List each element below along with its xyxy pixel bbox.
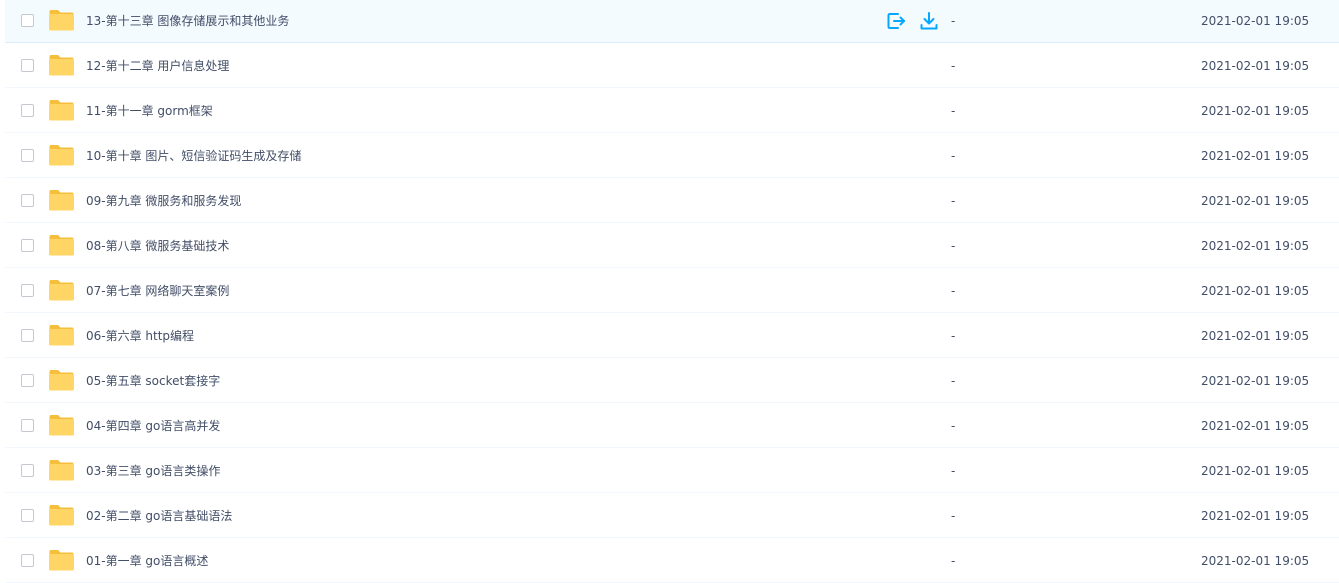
modified-date: 2021-02-01 19:05 <box>1201 419 1310 433</box>
modified-date: 2021-02-01 19:05 <box>1201 194 1310 208</box>
file-name[interactable]: 09-第九章 微服务和服务发现 <box>86 193 241 209</box>
file-name[interactable]: 01-第一章 go语言概述 <box>86 553 208 569</box>
file-size: - <box>951 104 956 118</box>
file-size: - <box>951 554 956 568</box>
modified-date: 2021-02-01 19:05 <box>1201 239 1310 253</box>
file-row[interactable]: 13-第十三章 图像存储展示和其他业务 - 2021-02-01 19:05 <box>5 0 1339 43</box>
folder-icon <box>48 99 75 121</box>
file-name[interactable]: 02-第二章 go语言基础语法 <box>86 508 232 524</box>
folder-icon <box>48 324 75 346</box>
file-name[interactable]: 06-第六章 http编程 <box>86 328 194 344</box>
file-name[interactable]: 05-第五章 socket套接字 <box>86 373 220 389</box>
folder-icon <box>48 234 75 256</box>
row-checkbox[interactable] <box>21 149 34 162</box>
row-checkbox[interactable] <box>21 194 34 207</box>
file-row[interactable]: 09-第九章 微服务和服务发现 - 2021-02-01 19:05 <box>5 179 1339 223</box>
file-name[interactable]: 03-第三章 go语言类操作 <box>86 463 220 479</box>
file-name[interactable]: 07-第七章 网络聊天室案例 <box>86 283 229 299</box>
file-size: - <box>951 374 956 388</box>
folder-icon <box>48 549 75 571</box>
file-row[interactable]: 08-第八章 微服务基础技术 - 2021-02-01 19:05 <box>5 224 1339 268</box>
file-size: - <box>951 14 956 28</box>
row-checkbox[interactable] <box>21 239 34 252</box>
row-checkbox[interactable] <box>21 329 34 342</box>
folder-icon <box>48 279 75 301</box>
folder-icon <box>48 369 75 391</box>
row-checkbox[interactable] <box>21 509 34 522</box>
modified-date: 2021-02-01 19:05 <box>1201 509 1310 523</box>
modified-date: 2021-02-01 19:05 <box>1201 59 1310 73</box>
file-name[interactable]: 10-第十章 图片、短信验证码生成及存储 <box>86 148 301 164</box>
row-checkbox[interactable] <box>21 464 34 477</box>
file-name[interactable]: 12-第十二章 用户信息处理 <box>86 58 229 74</box>
modified-date: 2021-02-01 19:05 <box>1201 329 1310 343</box>
file-row[interactable]: 04-第四章 go语言高并发 - 2021-02-01 19:05 <box>5 404 1339 448</box>
file-list: 13-第十三章 图像存储展示和其他业务 -2021-02-01 19:05 12-第… <box>0 0 1339 583</box>
file-row[interactable]: 06-第六章 http编程 - 2021-02-01 19:05 <box>5 314 1339 358</box>
row-checkbox[interactable] <box>21 419 34 432</box>
modified-date: 2021-02-01 19:05 <box>1201 104 1310 118</box>
file-size: - <box>951 329 956 343</box>
file-size: - <box>951 59 956 73</box>
file-row[interactable]: 07-第七章 网络聊天室案例 - 2021-02-01 19:05 <box>5 269 1339 313</box>
file-row[interactable]: 12-第十二章 用户信息处理 - 2021-02-01 19:05 <box>5 44 1339 88</box>
modified-date: 2021-02-01 19:05 <box>1201 284 1310 298</box>
row-checkbox[interactable] <box>21 374 34 387</box>
modified-date: 2021-02-01 19:05 <box>1201 149 1310 163</box>
file-name[interactable]: 04-第四章 go语言高并发 <box>86 418 220 434</box>
row-checkbox[interactable] <box>21 284 34 297</box>
file-row[interactable]: 01-第一章 go语言概述 - 2021-02-01 19:05 <box>5 539 1339 583</box>
folder-icon <box>48 144 75 166</box>
folder-icon <box>48 414 75 436</box>
row-checkbox[interactable] <box>21 14 34 27</box>
folder-icon <box>48 504 75 526</box>
folder-icon <box>48 459 75 481</box>
file-size: - <box>951 509 956 523</box>
download-icon[interactable] <box>918 10 940 32</box>
file-row[interactable]: 02-第二章 go语言基础语法 - 2021-02-01 19:05 <box>5 494 1339 538</box>
folder-icon <box>48 54 75 76</box>
file-row[interactable]: 03-第三章 go语言类操作 - 2021-02-01 19:05 <box>5 449 1339 493</box>
modified-date: 2021-02-01 19:05 <box>1201 554 1310 568</box>
file-name[interactable]: 11-第十一章 gorm框架 <box>86 103 213 119</box>
row-checkbox[interactable] <box>21 59 34 72</box>
file-size: - <box>951 419 956 433</box>
file-size: - <box>951 239 956 253</box>
modified-date: 2021-02-01 19:05 <box>1201 464 1310 478</box>
folder-icon <box>48 9 75 31</box>
modified-date: 2021-02-01 19:05 <box>1201 14 1310 28</box>
modified-date: 2021-02-01 19:05 <box>1201 374 1310 388</box>
file-name[interactable]: 13-第十三章 图像存储展示和其他业务 <box>86 13 289 29</box>
folder-icon <box>48 189 75 211</box>
file-row[interactable]: 05-第五章 socket套接字 - 2021-02-01 19:05 <box>5 359 1339 403</box>
share-out-icon[interactable] <box>885 10 907 32</box>
file-row[interactable]: 11-第十一章 gorm框架 - 2021-02-01 19:05 <box>5 89 1339 133</box>
file-size: - <box>951 149 956 163</box>
file-size: - <box>951 194 956 208</box>
file-row[interactable]: 10-第十章 图片、短信验证码生成及存储 - 2021-02-01 19:05 <box>5 134 1339 178</box>
file-size: - <box>951 464 956 478</box>
row-checkbox[interactable] <box>21 104 34 117</box>
row-checkbox[interactable] <box>21 554 34 567</box>
file-name[interactable]: 08-第八章 微服务基础技术 <box>86 238 229 254</box>
file-size: - <box>951 284 956 298</box>
